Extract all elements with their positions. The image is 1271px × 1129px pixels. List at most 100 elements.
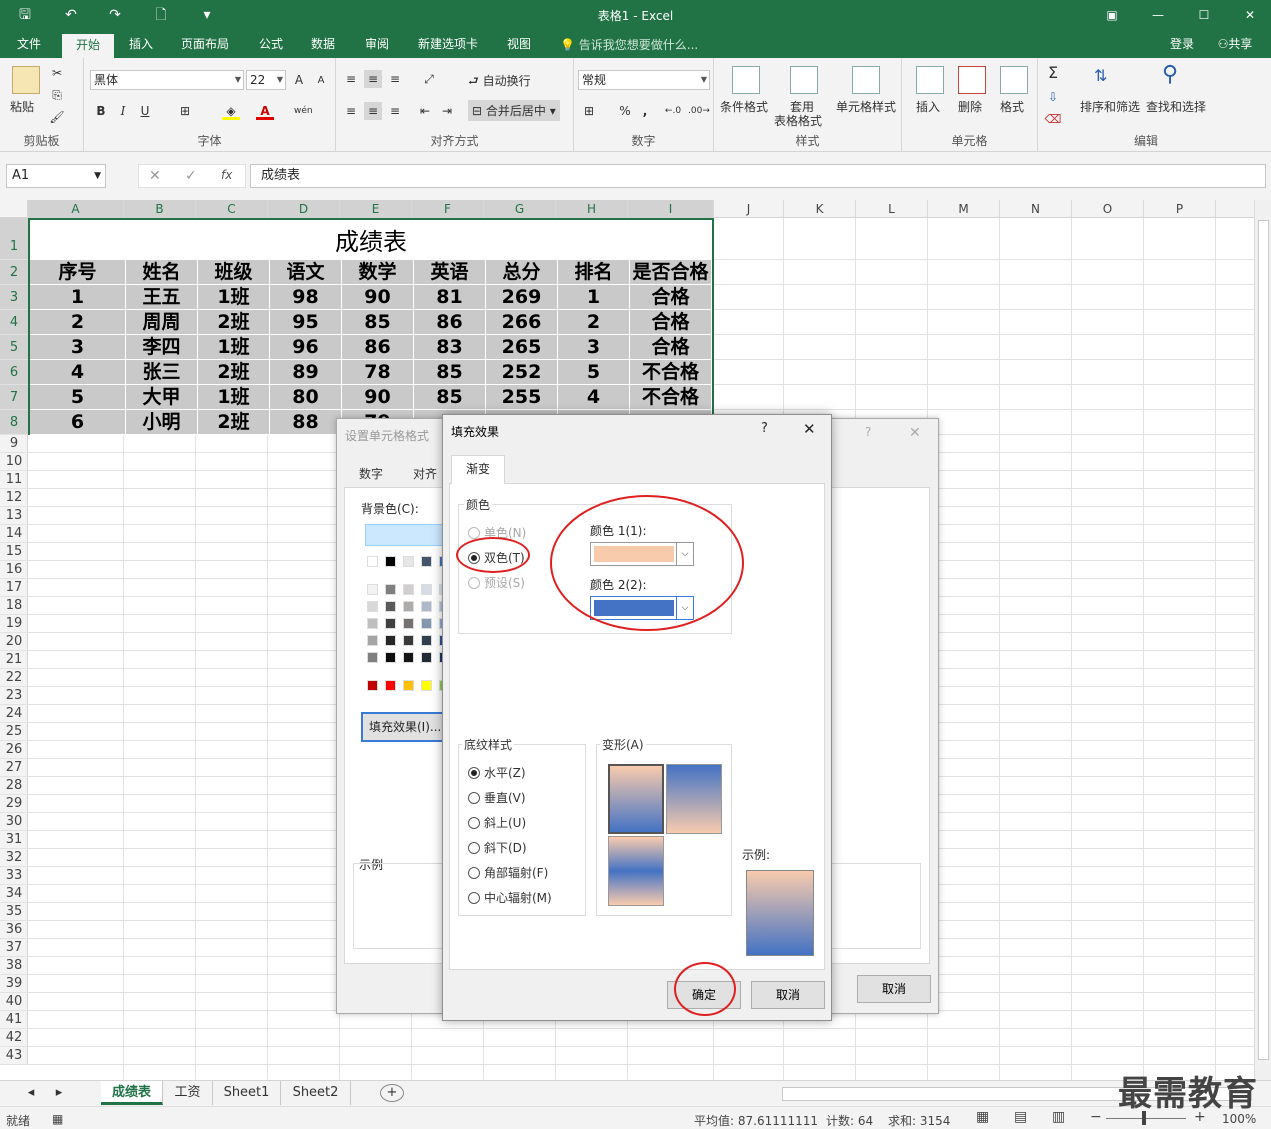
row-header-16[interactable]: 16 [0, 561, 28, 579]
shading-radio-2[interactable]: 斜上(U) [468, 814, 526, 831]
table-header-cell[interactable]: 班级 [198, 260, 270, 285]
help-icon[interactable]: ? [761, 421, 768, 436]
align-right-icon[interactable]: ≡ [386, 102, 404, 120]
row-header-6[interactable]: 6 [0, 360, 28, 385]
close-icon[interactable]: ✕ [909, 425, 921, 441]
help-icon[interactable]: ? [865, 425, 871, 439]
sort-filter-icon[interactable]: ⇅ [1094, 66, 1107, 85]
table-header-cell[interactable]: 序号 [30, 260, 126, 285]
color-swatch[interactable] [385, 584, 396, 595]
table-header-cell[interactable]: 是否合格 [630, 260, 712, 285]
conditional-format-icon[interactable] [732, 66, 760, 94]
column-header-d[interactable]: D [268, 200, 340, 218]
row-header-26[interactable]: 26 [0, 741, 28, 759]
table-cell[interactable]: 86 [414, 310, 486, 335]
row-header-38[interactable]: 38 [0, 957, 28, 975]
delete-cells-button[interactable]: 删除 [958, 98, 982, 115]
column-header-i[interactable]: I [628, 200, 714, 218]
row-header-18[interactable]: 18 [0, 597, 28, 615]
variant-3[interactable] [608, 836, 664, 906]
align-left-icon[interactable]: ≡ [342, 102, 360, 120]
table-title[interactable]: 成绩表 [30, 220, 712, 260]
table-cell[interactable]: 1班 [198, 285, 270, 310]
font-size-select[interactable]: 22 ▼ [246, 70, 286, 90]
color-swatch[interactable] [403, 680, 414, 691]
variant-1[interactable] [608, 764, 664, 834]
row-header-36[interactable]: 36 [0, 921, 28, 939]
column-header-b[interactable]: B [124, 200, 196, 218]
sheet-tab-sheet1[interactable]: Sheet1 [213, 1081, 281, 1105]
tab-file[interactable]: 文件 [6, 32, 52, 58]
color-swatch[interactable] [385, 601, 396, 612]
score-table[interactable]: 成绩表 序号 姓名 班级 语文 数学 英语 总分 排名 是否合格 1 王五 1班 98 90 81 269 1 合… [28, 218, 714, 435]
table-header-cell[interactable]: 语文 [270, 260, 342, 285]
table-cell[interactable]: 1班 [198, 335, 270, 360]
table-cell[interactable]: 合格 [630, 335, 712, 360]
table-cell[interactable]: 3 [558, 335, 630, 360]
row-header-1[interactable]: 1 [0, 218, 28, 260]
table-cell[interactable]: 小明 [126, 410, 198, 435]
row-header-3[interactable]: 3 [0, 285, 28, 310]
row-header-20[interactable]: 20 [0, 633, 28, 651]
tab-new-tab[interactable]: 新建选项卡 [410, 32, 486, 58]
table-cell[interactable]: 85 [414, 385, 486, 410]
merge-center-button[interactable]: ⊟ 合并后居中 ▾ [468, 100, 560, 121]
table-cell[interactable]: 5 [558, 360, 630, 385]
column-header-h[interactable]: H [556, 200, 628, 218]
row-header-31[interactable]: 31 [0, 831, 28, 849]
tab-view[interactable]: 视图 [496, 32, 542, 58]
table-header-cell[interactable]: 姓名 [126, 260, 198, 285]
row-header-43[interactable]: 43 [0, 1047, 28, 1065]
tab-number[interactable]: 数字 [359, 465, 383, 482]
variant-2[interactable] [666, 764, 722, 834]
table-cell[interactable]: 86 [342, 335, 414, 360]
column-header-p[interactable]: P [1144, 200, 1216, 218]
scroll-thumb[interactable] [1258, 220, 1269, 1060]
cancel-icon[interactable]: ✕ [149, 168, 161, 184]
table-cell[interactable]: 83 [414, 335, 486, 360]
italic-button[interactable]: I [114, 102, 132, 120]
conditional-format-button[interactable]: 条件格式 [720, 98, 768, 115]
table-cell[interactable]: 4 [558, 385, 630, 410]
fill-effects-button[interactable]: 填充效果(I)... [361, 712, 451, 742]
format-as-table-label2[interactable]: 表格格式 [774, 112, 822, 129]
align-bottom-icon[interactable]: ≡ [386, 70, 404, 88]
table-cell[interactable]: 85 [342, 310, 414, 335]
row-header-39[interactable]: 39 [0, 975, 28, 993]
sign-in-link[interactable]: 登录 [1160, 32, 1204, 58]
row-header-29[interactable]: 29 [0, 795, 28, 813]
color-swatch[interactable] [403, 601, 414, 612]
bold-button[interactable]: B [92, 102, 110, 120]
page-break-view-icon[interactable]: ▥ [1052, 1109, 1065, 1125]
table-cell[interactable]: 81 [414, 285, 486, 310]
insert-function-icon[interactable]: fx [221, 168, 232, 182]
row-header-2[interactable]: 2 [0, 260, 28, 285]
table-header-cell[interactable]: 英语 [414, 260, 486, 285]
table-cell[interactable]: 3 [30, 335, 126, 360]
row-header-42[interactable]: 42 [0, 1029, 28, 1047]
table-header-cell[interactable]: 排名 [558, 260, 630, 285]
column-header-k[interactable]: K [784, 200, 856, 218]
borders-icon[interactable]: ⊞ [176, 102, 194, 120]
format-cancel-button[interactable]: 取消 [857, 975, 931, 1003]
table-cell[interactable]: 2 [558, 310, 630, 335]
table-cell[interactable]: 1 [30, 285, 126, 310]
color-swatch[interactable] [403, 584, 414, 595]
table-cell[interactable]: 合格 [630, 285, 712, 310]
row-header-21[interactable]: 21 [0, 651, 28, 669]
column-header-c[interactable]: C [196, 200, 268, 218]
add-sheet-icon[interactable]: + [380, 1084, 404, 1102]
color-swatch[interactable] [367, 618, 378, 629]
tab-formulas[interactable]: 公式 [248, 32, 294, 58]
copy-icon[interactable]: ⎘ [48, 86, 66, 104]
paste-icon[interactable] [12, 66, 40, 94]
row-header-37[interactable]: 37 [0, 939, 28, 957]
shading-radio-0[interactable]: 水平(Z) [468, 764, 526, 781]
row-header-8[interactable]: 8 [0, 410, 28, 435]
table-cell[interactable]: 6 [30, 410, 126, 435]
table-cell[interactable]: 1班 [198, 385, 270, 410]
color-swatch[interactable] [367, 584, 378, 595]
column-header-n[interactable]: N [1000, 200, 1072, 218]
row-header-41[interactable]: 41 [0, 1011, 28, 1029]
comma-button[interactable]: , [636, 102, 654, 120]
